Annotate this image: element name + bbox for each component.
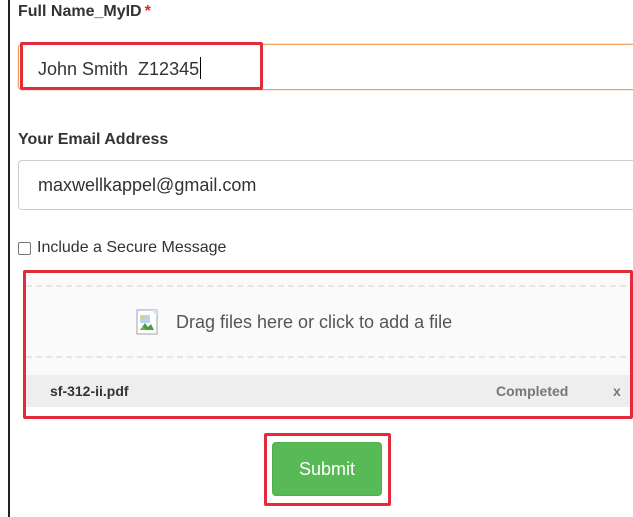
form-page: Full Name_MyID * John Smith Z12345 Your E…	[0, 0, 633, 517]
left-border	[8, 0, 10, 517]
secure-message-option[interactable]: Include a Secure Message	[18, 237, 226, 259]
required-marker: *	[144, 3, 151, 20]
upload-highlight	[23, 270, 633, 419]
email-input[interactable]: maxwellkappel@gmail.com	[18, 160, 633, 210]
full-name-label: Full Name_MyID *	[18, 3, 151, 21]
email-label: Your Email Address	[18, 131, 169, 148]
email-value: maxwellkappel@gmail.com	[38, 175, 257, 195]
secure-message-label: Include a Secure Message	[37, 239, 227, 256]
full-name-label-text: Full Name_MyID	[18, 3, 142, 20]
full-name-highlight	[20, 42, 263, 90]
secure-message-checkbox[interactable]	[18, 241, 31, 255]
submit-highlight	[264, 433, 391, 506]
